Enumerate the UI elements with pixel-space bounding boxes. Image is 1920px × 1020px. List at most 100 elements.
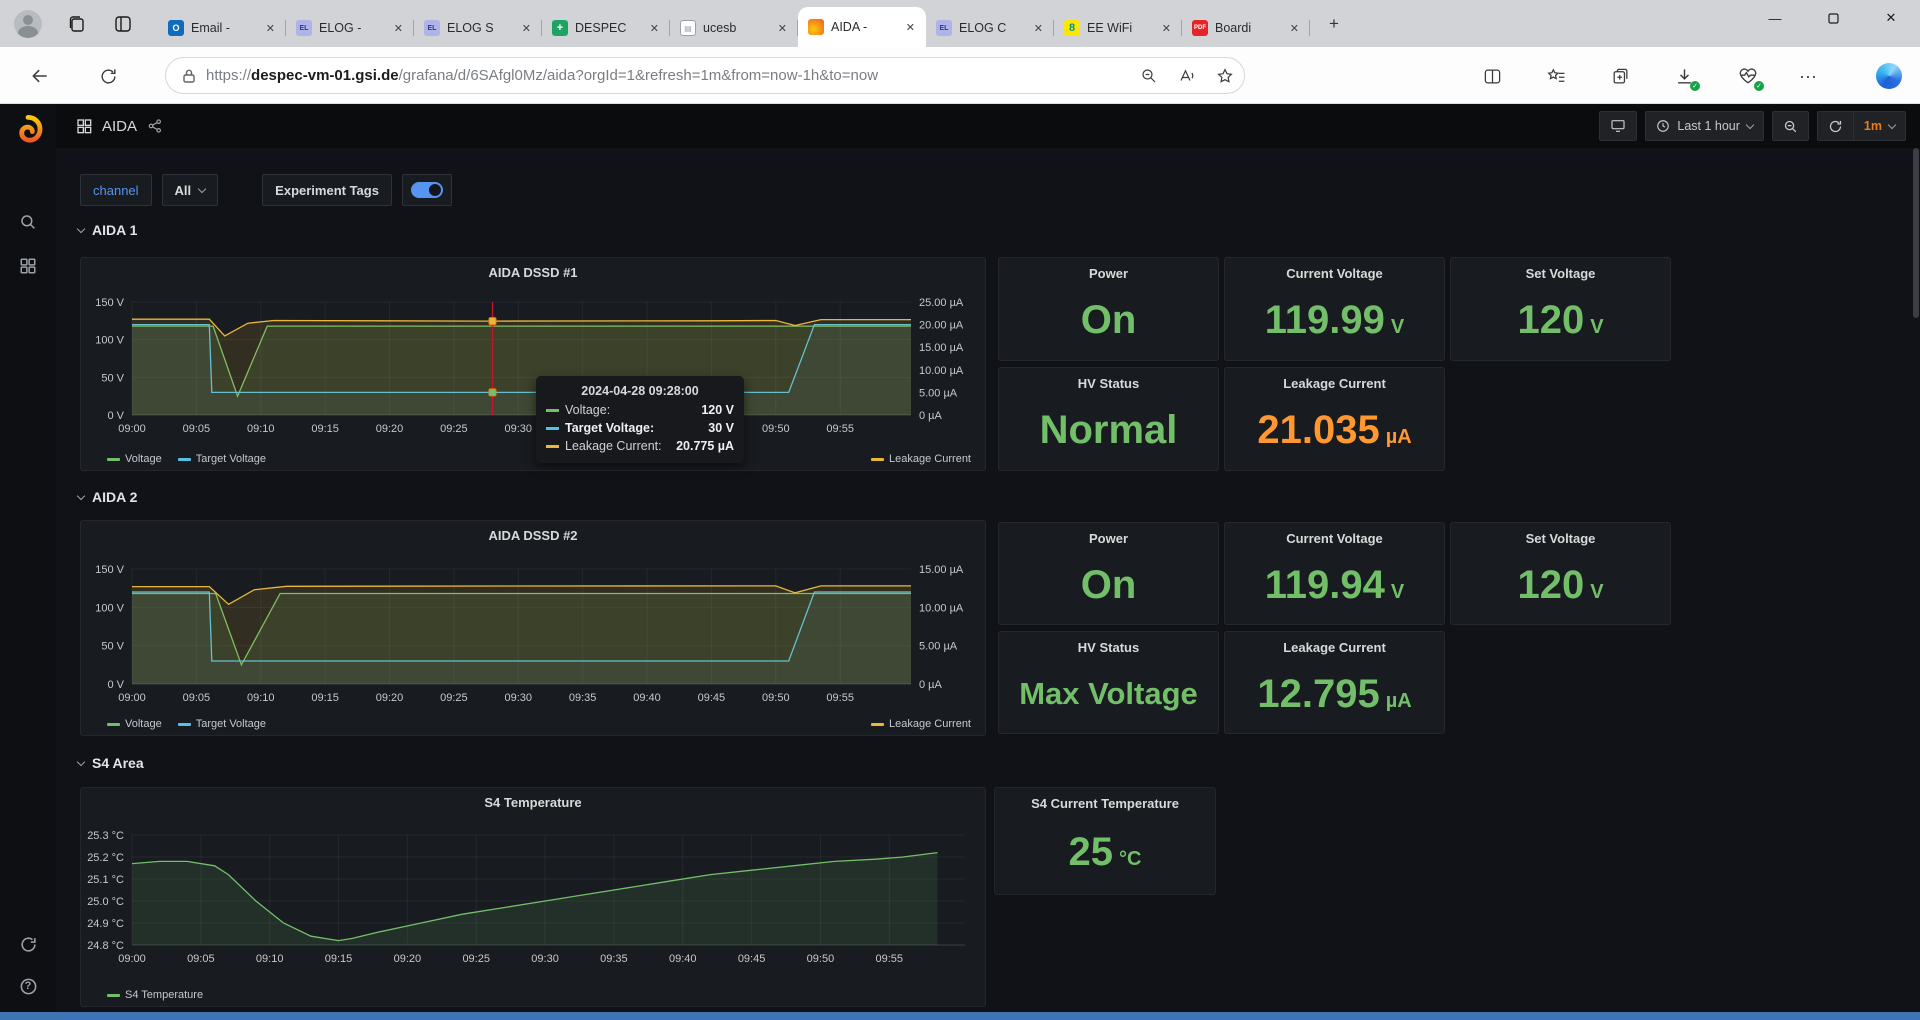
variable-label-channel[interactable]: channel <box>80 174 152 206</box>
close-window-button[interactable]: ✕ <box>1862 0 1920 36</box>
legend-item[interactable]: Leakage Current <box>871 718 971 730</box>
browser-tab[interactable]: ▤ ucesb ✕ <box>670 9 798 47</box>
stat-panel-power-2[interactable]: Power On <box>998 522 1219 625</box>
section-aida1[interactable]: AIDA 1 <box>78 222 137 238</box>
browser-tab[interactable]: 8 EE WiFi ✕ <box>1054 9 1182 47</box>
sign-in-icon[interactable] <box>0 924 56 964</box>
new-tab-button[interactable]: + <box>1322 12 1346 36</box>
browser-tab[interactable]: EL ELOG - ✕ <box>286 9 414 47</box>
svg-text:09:45: 09:45 <box>698 692 726 704</box>
dashboards-icon[interactable] <box>0 246 56 286</box>
svg-text:09:05: 09:05 <box>183 423 211 435</box>
browser-tab[interactable]: EL ELOG S ✕ <box>414 9 542 47</box>
stat-panel-hv-status-1[interactable]: HV Status Normal <box>998 367 1219 471</box>
stat-panel-leakage-current-2[interactable]: Leakage Current 12.795µA <box>1224 631 1445 734</box>
dashboard-grid-icon[interactable] <box>76 118 92 134</box>
stat-panel-hv-status-2[interactable]: HV Status Max Voltage <box>998 631 1219 734</box>
time-range-picker[interactable]: Last 1 hour <box>1645 111 1764 141</box>
legend-item[interactable]: Target Voltage <box>178 453 266 465</box>
browser-tab[interactable]: PDF Boardi ✕ <box>1182 9 1310 47</box>
svg-text:09:00: 09:00 <box>118 692 146 704</box>
stat-panel-set-voltage-1[interactable]: Set Voltage 120V <box>1450 257 1671 361</box>
svg-text:09:25: 09:25 <box>440 692 468 704</box>
chart-legend: Voltage Target Voltage Leakage Current <box>107 718 971 730</box>
stat-panel-set-voltage-2[interactable]: Set Voltage 120V <box>1450 522 1671 625</box>
copilot-icon[interactable] <box>1876 63 1902 89</box>
stat-panel-s4-current-temperature[interactable]: S4 Current Temperature 25°C <box>994 787 1216 895</box>
pdf-icon: PDF <box>1192 20 1208 36</box>
page-scrollbar[interactable] <box>1913 148 1919 1012</box>
downloads-icon[interactable]: ✓ <box>1672 64 1696 88</box>
close-tab-icon[interactable]: ✕ <box>263 20 278 37</box>
chart-title: AIDA DSSD #2 <box>81 528 985 543</box>
legend-dash-icon <box>107 723 120 726</box>
address-bar[interactable]: https://despec-vm-01.gsi.de/grafana/d/6S… <box>165 57 1245 94</box>
site-permissions-lock-icon[interactable] <box>182 68 196 84</box>
favorite-star-icon[interactable] <box>1216 67 1234 85</box>
browser-tab[interactable]: O Email - ✕ <box>158 9 286 47</box>
svg-text:09:20: 09:20 <box>376 423 404 435</box>
browser-tab[interactable]: AIDA - ✕ <box>798 7 926 47</box>
tab-title: ELOG S <box>447 21 512 35</box>
close-tab-icon[interactable]: ✕ <box>1159 20 1174 37</box>
stat-panel-current-voltage-2[interactable]: Current Voltage 119.94V <box>1224 522 1445 625</box>
grafana-logo[interactable] <box>0 110 56 150</box>
close-tab-icon[interactable]: ✕ <box>391 20 406 37</box>
close-tab-icon[interactable]: ✕ <box>647 20 662 37</box>
workspaces-icon[interactable] <box>66 13 88 35</box>
chart-plot[interactable]: 09:0009:0509:1009:1509:2009:2509:3009:35… <box>81 788 985 1006</box>
tooltip-row: Target Voltage: 30 V <box>546 421 734 435</box>
cycle-view-button[interactable] <box>1599 111 1637 141</box>
chart-panel-s4-temperature[interactable]: 09:0009:0509:1009:1509:2009:2509:3009:35… <box>80 787 986 1007</box>
section-aida2[interactable]: AIDA 2 <box>78 489 137 505</box>
close-tab-icon[interactable]: ✕ <box>519 20 534 37</box>
refresh-interval-picker[interactable]: 1m <box>1854 111 1906 141</box>
search-icon[interactable] <box>0 202 56 242</box>
url-text[interactable]: https://despec-vm-01.gsi.de/grafana/d/6S… <box>206 67 1132 84</box>
zoom-out-page-icon[interactable] <box>1140 67 1158 85</box>
section-s4-area[interactable]: S4 Area <box>78 755 144 771</box>
minimize-button[interactable]: — <box>1746 0 1804 36</box>
profile-avatar[interactable] <box>14 10 42 38</box>
maximize-button[interactable] <box>1804 0 1862 36</box>
legend-item[interactable]: Voltage <box>107 453 162 465</box>
browser-tab[interactable]: EL ELOG C ✕ <box>926 9 1054 47</box>
refresh-dashboard-button[interactable] <box>1817 111 1854 141</box>
svg-text:0 V: 0 V <box>107 410 124 422</box>
chart-plot[interactable]: 09:0009:0509:1009:1509:2009:2509:3009:35… <box>81 521 985 735</box>
zoom-out-time-button[interactable] <box>1772 111 1809 141</box>
legend-item[interactable]: Leakage Current <box>871 453 971 465</box>
help-icon[interactable]: ? <box>0 966 56 1006</box>
chart-panel-aida-dssd-2[interactable]: 09:0009:0509:1009:1509:2009:2509:3009:35… <box>80 520 986 736</box>
tab-title: EE WiFi <box>1087 21 1152 35</box>
split-screen-icon[interactable] <box>1480 64 1504 88</box>
legend-item[interactable]: Target Voltage <box>178 718 266 730</box>
browser-tab[interactable]: + DESPEC ✕ <box>542 9 670 47</box>
experiment-tags-toggle[interactable] <box>411 182 443 198</box>
variable-value-dropdown[interactable]: All <box>162 174 219 206</box>
close-tab-icon[interactable]: ✕ <box>1287 20 1302 37</box>
browser-essentials-icon[interactable]: ✓ <box>1736 64 1760 88</box>
stat-panel-current-voltage-1[interactable]: Current Voltage 119.99V <box>1224 257 1445 361</box>
legend-item[interactable]: Voltage <box>107 718 162 730</box>
legend-item[interactable]: S4 Temperature <box>107 989 203 1001</box>
chart-plot[interactable]: 09:0009:0509:1009:1509:2009:2509:3009:35… <box>81 258 985 470</box>
download-complete-badge: ✓ <box>1690 81 1700 91</box>
share-icon[interactable] <box>147 118 163 134</box>
tab-title: Email - <box>191 21 256 35</box>
refresh-button[interactable] <box>96 64 120 88</box>
read-aloud-icon[interactable] <box>1178 67 1196 85</box>
collections-icon[interactable] <box>1608 64 1632 88</box>
legend-dash-icon <box>871 723 884 726</box>
close-tab-icon[interactable]: ✕ <box>1031 20 1046 37</box>
svg-text:09:00: 09:00 <box>118 423 146 435</box>
favorites-bar-icon[interactable] <box>1544 64 1568 88</box>
stat-panel-power-1[interactable]: Power On <box>998 257 1219 361</box>
back-button[interactable] <box>28 64 52 88</box>
close-tab-icon[interactable]: ✕ <box>775 20 790 37</box>
vertical-tabs-icon[interactable] <box>112 13 134 35</box>
settings-more-icon[interactable]: ··· <box>1796 64 1820 88</box>
close-tab-icon[interactable]: ✕ <box>903 19 918 36</box>
chart-panel-aida-dssd-1[interactable]: 09:0009:0509:1009:1509:2009:2509:3009:35… <box>80 257 986 471</box>
stat-panel-leakage-current-1[interactable]: Leakage Current 21.035µA <box>1224 367 1445 471</box>
